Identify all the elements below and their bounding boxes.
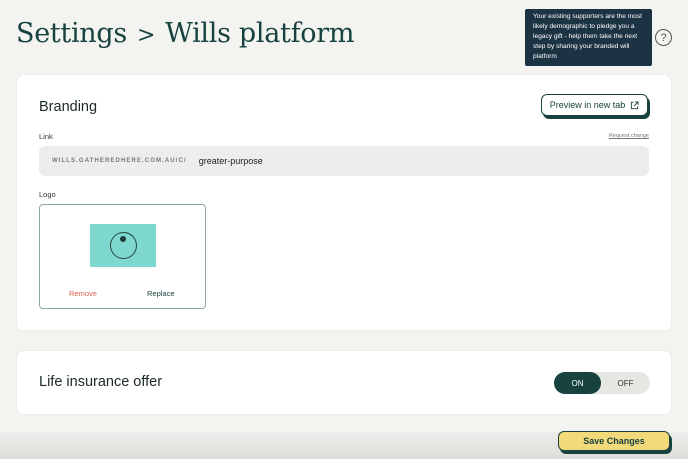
request-change-link[interactable]: Request change xyxy=(609,133,649,139)
toggle-on-option[interactable]: ON xyxy=(554,372,601,394)
remove-logo-button[interactable]: Remove xyxy=(69,289,97,298)
help-tooltip: Your existing supporters are the most li… xyxy=(525,9,652,66)
life-insurance-card: Life insurance offer ON OFF xyxy=(16,350,672,415)
link-label: Link xyxy=(39,132,53,141)
life-insurance-toggle[interactable]: ON OFF xyxy=(554,372,650,394)
question-circle-icon[interactable]: ? xyxy=(655,29,672,46)
branding-title: Branding xyxy=(39,99,98,115)
toggle-off-option[interactable]: OFF xyxy=(601,372,650,394)
replace-logo-button[interactable]: Replace xyxy=(147,289,175,298)
external-link-icon xyxy=(631,100,639,109)
logo-label: Logo xyxy=(39,190,56,199)
logo-image xyxy=(90,224,156,267)
page-title: Settings > Wills platform xyxy=(16,18,354,49)
life-insurance-title: Life insurance offer xyxy=(39,374,163,390)
preview-in-new-tab-button[interactable]: Preview in new tab xyxy=(541,94,648,116)
logo-figure xyxy=(120,236,126,242)
preview-button-label: Preview in new tab xyxy=(549,100,626,110)
breadcrumb-current: Wills platform xyxy=(165,18,355,49)
save-changes-button[interactable]: Save Changes xyxy=(558,431,670,451)
link-slug: greater-purpose xyxy=(198,156,263,166)
breadcrumb-settings: Settings xyxy=(16,18,127,49)
logo-upload-box: Remove Replace xyxy=(39,204,206,309)
breadcrumb-separator: > xyxy=(136,23,156,48)
link-prefix: WILLS.GATHEREDHERE.COM.AU/C/ xyxy=(52,158,187,164)
branding-card: Branding Preview in new tab Link Request… xyxy=(16,74,672,331)
link-field[interactable]: WILLS.GATHEREDHERE.COM.AU/C/ greater-pur… xyxy=(39,146,649,176)
